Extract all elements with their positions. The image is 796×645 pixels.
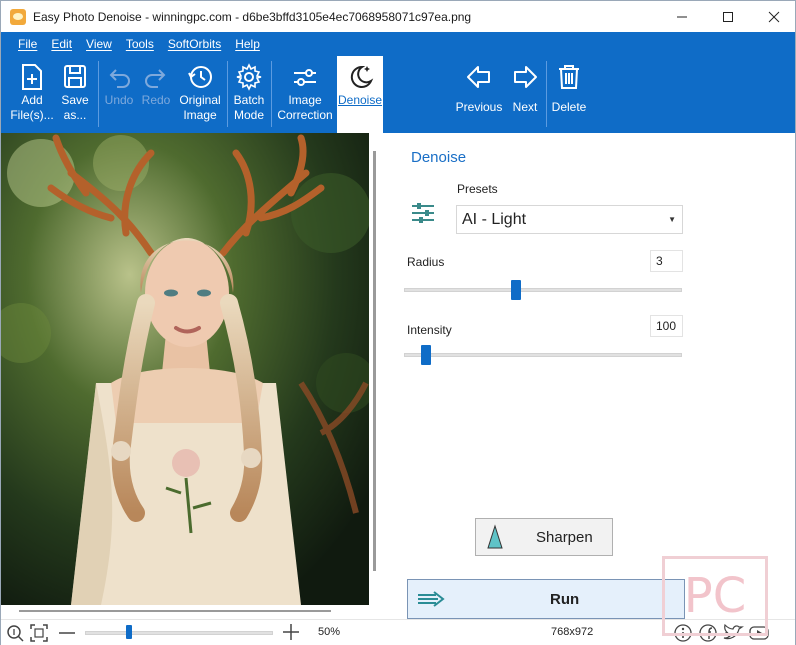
redo-label: Redo (141, 93, 171, 107)
image-dimensions: 768x972 (551, 626, 594, 638)
previous-label: Previous (455, 100, 503, 114)
radius-input[interactable]: 3 (650, 250, 683, 272)
presets-sliders-icon (412, 203, 434, 223)
image-preview[interactable] (1, 133, 369, 605)
denoise-label: Denoise (337, 93, 383, 107)
zoom-slider[interactable] (85, 625, 273, 639)
menu-bar: File Edit View Tools SoftOrbits Help (1, 32, 795, 56)
vertical-scrollbar[interactable] (373, 151, 376, 571)
menu-file[interactable]: File (11, 37, 44, 51)
menu-view[interactable]: View (79, 37, 119, 51)
close-button[interactable] (751, 1, 796, 32)
intensity-slider[interactable] (404, 345, 682, 365)
moon-stars-icon (350, 65, 374, 88)
chevron-down-icon: ▼ (668, 215, 676, 224)
menu-help[interactable]: Help (228, 37, 267, 51)
intensity-label: Intensity (407, 323, 452, 337)
image-correction-label: Image Correction (277, 93, 333, 122)
original-image-button[interactable]: Original Image (177, 56, 223, 133)
presets-label: Presets (457, 182, 498, 196)
close-icon (768, 11, 780, 22)
save-as-label: Save as... (61, 93, 89, 122)
batch-mode-label: Batch Mode (233, 93, 265, 122)
intensity-input[interactable]: 100 (650, 315, 683, 337)
horizontal-scrollbar[interactable] (19, 610, 331, 612)
minimize-button[interactable] (659, 1, 705, 32)
original-image-label: Original Image (179, 93, 221, 122)
photo (1, 133, 369, 605)
settings-panel: Denoise Presets AI - Light ▼ Radius 3 In… (387, 133, 795, 619)
add-file-icon (22, 64, 42, 90)
previous-button[interactable]: Previous (455, 56, 503, 133)
toolbar: Add File(s)... Save as... Undo Redo Orig… (1, 56, 795, 133)
redo-button[interactable]: Redo (139, 56, 173, 133)
window-title: Easy Photo Denoise - winningpc.com - d6b… (33, 9, 472, 24)
minimize-icon (677, 16, 687, 17)
batch-mode-button[interactable]: Batch Mode (230, 56, 268, 133)
presets-dropdown[interactable]: AI - Light ▼ (456, 205, 683, 234)
presets-value: AI - Light (462, 211, 527, 228)
next-button[interactable]: Next (508, 56, 542, 133)
image-correction-button[interactable]: Image Correction (274, 56, 336, 133)
run-button[interactable]: Run (407, 579, 685, 619)
undo-icon (109, 69, 130, 88)
maximize-icon (723, 11, 733, 22)
arrow-right-icon (514, 66, 537, 88)
arrow-left-icon (467, 66, 490, 88)
undo-button[interactable]: Undo (102, 56, 136, 133)
add-files-label: Add File(s)... (10, 93, 54, 122)
zoom-in-icon[interactable] (282, 623, 300, 641)
fit-to-window-icon[interactable] (29, 623, 49, 643)
radius-slider-thumb[interactable] (511, 280, 521, 300)
sliders-icon (294, 69, 316, 86)
panel-title: Denoise (411, 149, 467, 166)
radius-label: Radius (407, 255, 445, 269)
radius-slider[interactable] (404, 280, 682, 300)
intensity-slider-thumb[interactable] (421, 345, 431, 365)
undo-label: Undo (104, 93, 134, 107)
toolbar-separator (98, 61, 99, 127)
title-bar: Easy Photo Denoise - winningpc.com - d6b… (1, 1, 795, 32)
maximize-button[interactable] (705, 1, 751, 32)
zoom-level: 50% (318, 626, 341, 638)
sharpen-label: Sharpen (536, 528, 593, 546)
add-files-button[interactable]: Add File(s)... (9, 56, 55, 133)
save-as-button[interactable]: Save as... (57, 56, 93, 133)
app-icon (10, 8, 26, 25)
app-window: Easy Photo Denoise - winningpc.com - d6b… (0, 0, 796, 645)
run-arrow-icon (418, 591, 445, 607)
toolbar-separator (227, 61, 228, 127)
next-label: Next (512, 100, 538, 114)
trash-icon (559, 65, 579, 89)
gear-icon (236, 63, 262, 91)
history-icon (188, 66, 212, 88)
run-label: Run (550, 590, 580, 608)
zoom-actual-size-icon[interactable] (6, 624, 24, 642)
watermark-logo: PC (662, 556, 768, 636)
menu-tools[interactable]: Tools (119, 37, 161, 51)
delete-label: Delete (551, 100, 587, 114)
toolbar-separator (271, 61, 272, 127)
delete-button[interactable]: Delete (549, 56, 589, 133)
menu-edit[interactable]: Edit (44, 37, 79, 51)
menu-softorbits[interactable]: SoftOrbits (161, 37, 228, 51)
zoom-out-icon[interactable] (58, 625, 76, 641)
save-icon (64, 65, 86, 88)
denoise-button[interactable]: Denoise (337, 56, 383, 133)
sharpen-button[interactable]: Sharpen (475, 518, 613, 556)
triangle-icon (487, 524, 503, 549)
zoom-slider-thumb[interactable] (126, 625, 132, 639)
toolbar-separator (546, 61, 547, 127)
redo-icon (145, 69, 166, 88)
